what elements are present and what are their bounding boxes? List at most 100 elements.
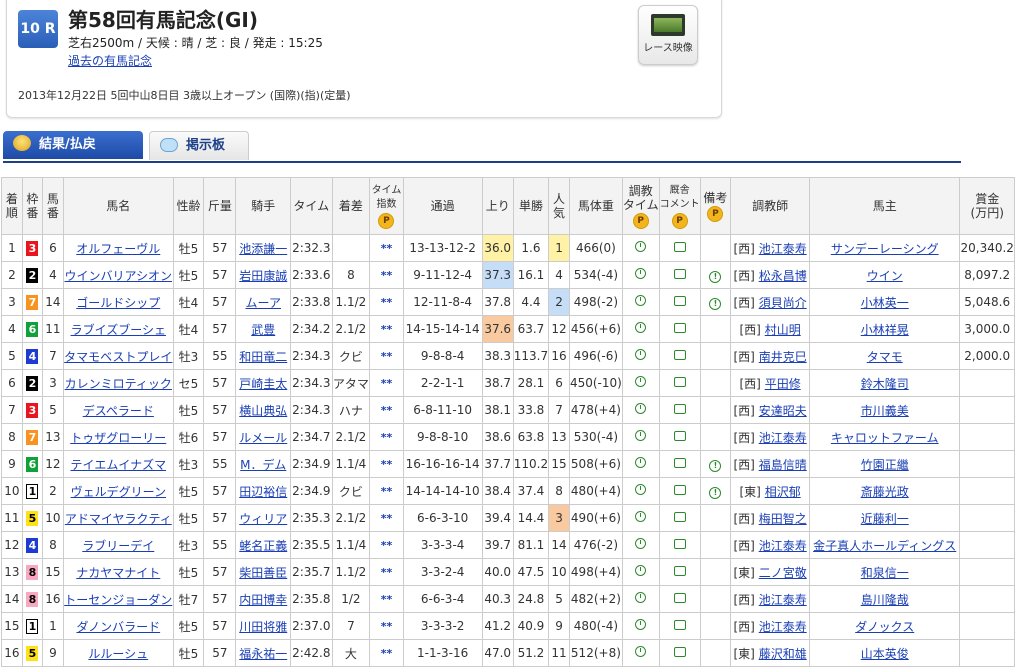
clock-icon[interactable] bbox=[635, 565, 647, 576]
train-time-cell[interactable] bbox=[621, 450, 660, 478]
clock-icon[interactable] bbox=[635, 241, 647, 252]
stable-comment-cell[interactable] bbox=[658, 369, 701, 397]
tab-results[interactable]: 結果/払戻 bbox=[3, 131, 143, 159]
clock-icon[interactable] bbox=[635, 268, 647, 279]
owner-link[interactable]: 金子真人ホールディングス bbox=[813, 539, 956, 553]
jockey-cell[interactable]: 蛯名正義 bbox=[235, 531, 292, 559]
trainer-link[interactable]: 相沢郁 bbox=[765, 485, 801, 499]
horse-name-cell[interactable]: ダノンバラード bbox=[62, 612, 174, 640]
jockey-link[interactable]: 内田博幸 bbox=[239, 593, 287, 607]
jockey-link[interactable]: 戸崎圭太 bbox=[239, 377, 287, 391]
owner-cell[interactable]: 和泉信一 bbox=[809, 558, 961, 586]
owner-link[interactable]: 山本英俊 bbox=[861, 647, 909, 661]
comment-icon[interactable] bbox=[673, 431, 686, 441]
clock-icon[interactable] bbox=[635, 322, 647, 333]
trainer-link[interactable]: 福島信晴 bbox=[759, 458, 807, 472]
comment-icon[interactable] bbox=[673, 485, 686, 495]
horse-name-link[interactable]: ウインバリアシオン bbox=[65, 269, 173, 283]
jockey-cell[interactable]: 武豊 bbox=[235, 315, 292, 343]
horse-name-cell[interactable]: カレンミロティック bbox=[62, 369, 174, 397]
train-time-cell[interactable] bbox=[621, 504, 660, 532]
owner-link[interactable]: 市川義美 bbox=[861, 404, 909, 418]
comment-icon[interactable] bbox=[673, 269, 686, 279]
jockey-cell[interactable]: 和田竜二 bbox=[235, 342, 292, 370]
trainer-link[interactable]: 南井克巳 bbox=[759, 350, 807, 364]
remarks-cell[interactable]: ! bbox=[699, 288, 732, 316]
jockey-link[interactable]: 池添謙一 bbox=[239, 242, 287, 256]
stable-comment-cell[interactable] bbox=[658, 612, 701, 640]
train-time-cell[interactable] bbox=[621, 612, 660, 640]
stable-comment-cell[interactable] bbox=[658, 261, 701, 289]
horse-name-link[interactable]: ヴェルデグリーン bbox=[71, 485, 166, 499]
owner-cell[interactable]: 近藤利一 bbox=[809, 504, 961, 532]
stable-comment-cell[interactable] bbox=[658, 504, 701, 532]
trainer-cell[interactable]: [西] 村山明 bbox=[730, 315, 811, 343]
horse-name-link[interactable]: カレンミロティック bbox=[65, 377, 172, 391]
owner-cell[interactable]: 金子真人ホールディングス bbox=[809, 531, 961, 559]
jockey-link[interactable]: ルメール bbox=[239, 431, 287, 445]
trainer-cell[interactable]: [西] 安達昭夫 bbox=[730, 396, 811, 424]
trainer-link[interactable]: 池江泰寿 bbox=[759, 431, 807, 445]
jockey-link[interactable]: 福永祐一 bbox=[239, 647, 287, 661]
owner-cell[interactable]: 小林祥晃 bbox=[809, 315, 961, 343]
owner-cell[interactable]: 市川義美 bbox=[809, 396, 961, 424]
horse-name-link[interactable]: タマモベストプレイ bbox=[64, 350, 172, 364]
info-icon[interactable]: ! bbox=[709, 270, 722, 283]
trainer-link[interactable]: 松永昌博 bbox=[759, 269, 807, 283]
trainer-cell[interactable]: [西] 須貝尚介 bbox=[730, 288, 811, 316]
stable-comment-cell[interactable] bbox=[658, 423, 701, 451]
owner-link[interactable]: 小林英一 bbox=[861, 296, 909, 310]
trainer-cell[interactable]: [西] 松永昌博 bbox=[730, 261, 811, 289]
remarks-cell[interactable]: ! bbox=[699, 261, 732, 289]
jockey-link[interactable]: 武豊 bbox=[251, 323, 275, 337]
comment-icon[interactable] bbox=[673, 593, 686, 603]
clock-icon[interactable] bbox=[635, 349, 647, 360]
horse-name-cell[interactable]: ヴェルデグリーン bbox=[62, 477, 174, 505]
owner-link[interactable]: 鈴木隆司 bbox=[861, 377, 909, 391]
owner-cell[interactable]: 小林英一 bbox=[809, 288, 961, 316]
horse-name-cell[interactable]: ウインバリアシオン bbox=[62, 261, 174, 289]
comment-icon[interactable] bbox=[673, 377, 686, 387]
horse-name-link[interactable]: ナカヤマナイト bbox=[76, 566, 160, 580]
train-time-cell[interactable] bbox=[621, 531, 660, 559]
trainer-cell[interactable]: [東] 藤沢和雄 bbox=[730, 639, 811, 667]
jockey-link[interactable]: 川田将雅 bbox=[239, 620, 287, 634]
train-time-cell[interactable] bbox=[621, 315, 660, 343]
jockey-cell[interactable]: M．デム bbox=[235, 450, 292, 478]
horse-name-link[interactable]: ルルーシュ bbox=[88, 647, 148, 661]
clock-icon[interactable] bbox=[635, 619, 647, 630]
stable-comment-cell[interactable] bbox=[658, 477, 701, 505]
trainer-link[interactable]: 池江泰寿 bbox=[759, 242, 807, 256]
horse-name-cell[interactable]: ゴールドシップ bbox=[62, 288, 174, 316]
clock-icon[interactable] bbox=[635, 295, 647, 306]
horse-name-cell[interactable]: タマモベストプレイ bbox=[62, 342, 174, 370]
owner-cell[interactable]: タマモ bbox=[809, 342, 961, 370]
clock-icon[interactable] bbox=[635, 538, 647, 549]
train-time-cell[interactable] bbox=[621, 234, 660, 262]
trainer-link[interactable]: 安達昭夫 bbox=[759, 404, 807, 418]
horse-name-link[interactable]: ダノンバラード bbox=[76, 620, 160, 634]
info-icon[interactable]: ! bbox=[709, 459, 722, 472]
jockey-cell[interactable]: 川田将雅 bbox=[235, 612, 292, 640]
horse-name-link[interactable]: トゥザグローリー bbox=[70, 431, 166, 445]
trainer-cell[interactable]: [西] 池江泰寿 bbox=[730, 585, 811, 613]
trainer-cell[interactable]: [西] 池江泰寿 bbox=[730, 612, 811, 640]
owner-cell[interactable]: 竹園正繼 bbox=[809, 450, 961, 478]
owner-cell[interactable]: 斎藤光政 bbox=[809, 477, 961, 505]
train-time-cell[interactable] bbox=[621, 288, 660, 316]
jockey-cell[interactable]: 田辺裕信 bbox=[235, 477, 292, 505]
comment-icon[interactable] bbox=[673, 620, 686, 630]
horse-name-link[interactable]: アドマイヤラクティ bbox=[65, 512, 172, 526]
owner-link[interactable]: 近藤利一 bbox=[861, 512, 909, 526]
trainer-link[interactable]: 池江泰寿 bbox=[759, 539, 807, 553]
horse-name-cell[interactable]: ラブリーデイ bbox=[62, 531, 174, 559]
clock-icon[interactable] bbox=[635, 511, 647, 522]
owner-link[interactable]: タマモ bbox=[867, 350, 903, 364]
tab-board[interactable]: 掲示板 bbox=[149, 131, 249, 160]
remarks-cell[interactable]: ! bbox=[699, 450, 732, 478]
jockey-cell[interactable]: 戸崎圭太 bbox=[235, 369, 292, 397]
trainer-link[interactable]: 村山明 bbox=[765, 323, 801, 337]
jockey-cell[interactable]: ルメール bbox=[235, 423, 292, 451]
owner-cell[interactable]: ダノックス bbox=[809, 612, 961, 640]
horse-name-link[interactable]: トーセンジョーダン bbox=[64, 593, 172, 607]
